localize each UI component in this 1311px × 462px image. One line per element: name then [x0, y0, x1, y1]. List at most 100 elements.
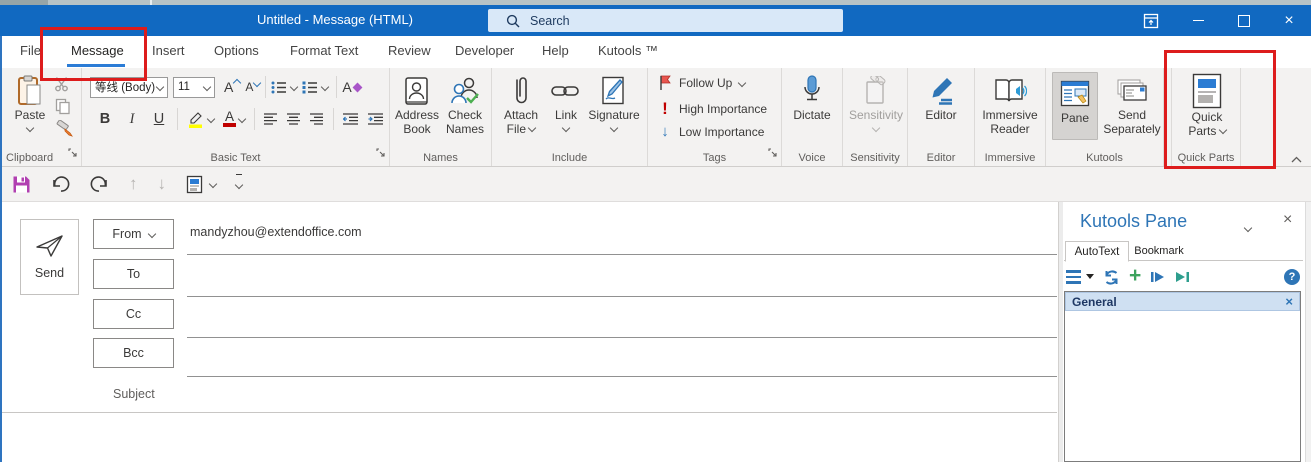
check-names-button[interactable]: Check Names: [442, 74, 488, 136]
clear-formatting-button[interactable]: A: [342, 76, 360, 98]
close-button[interactable]: ×: [1267, 5, 1311, 36]
low-importance-button[interactable]: ↓ Low Importance: [658, 123, 764, 140]
address-book-button[interactable]: Address Book: [394, 74, 440, 136]
kutools-pane-button[interactable]: Pane: [1052, 72, 1098, 140]
help-button[interactable]: ?: [1284, 269, 1300, 285]
underline-button[interactable]: U: [150, 111, 168, 127]
tab-options[interactable]: Options: [214, 43, 259, 58]
text-highlight-button[interactable]: [187, 108, 214, 130]
attach-file-button[interactable]: Attach File: [498, 74, 544, 136]
add-button[interactable]: +: [1129, 265, 1141, 286]
group-close-icon[interactable]: ×: [1285, 294, 1293, 309]
immersive-reader-icon: [993, 74, 1027, 108]
group-voice: Dictate Voice: [782, 68, 843, 166]
tab-autotext[interactable]: AutoText: [1065, 241, 1129, 262]
signature-button[interactable]: Signature: [584, 74, 644, 131]
tab-format-text[interactable]: Format Text: [290, 43, 358, 58]
group-basic-text: 等线 (Body) 11 A A A B I U A: [82, 68, 390, 166]
follow-up-button[interactable]: Follow Up: [658, 75, 745, 91]
shrink-font-button[interactable]: A: [245, 76, 260, 98]
tab-review[interactable]: Review: [388, 43, 431, 58]
decrease-indent-button[interactable]: [343, 108, 359, 130]
highlighter-icon: [187, 111, 205, 128]
link-button[interactable]: Link: [548, 74, 584, 131]
dictate-button[interactable]: Dictate: [788, 74, 836, 122]
group-label-tags: Tags: [648, 152, 781, 164]
move-up-button[interactable]: ↑: [129, 174, 138, 194]
search-input[interactable]: Search: [488, 9, 843, 32]
ribbon-display-options-button[interactable]: [1129, 5, 1173, 36]
paste-button[interactable]: Paste: [8, 74, 52, 131]
clipboard-dialog-launcher[interactable]: [68, 144, 77, 162]
insert-all-button[interactable]: [1175, 270, 1191, 284]
from-field[interactable]: [187, 254, 1057, 255]
tab-help[interactable]: Help: [542, 43, 569, 58]
high-importance-button[interactable]: ! High Importance: [658, 99, 767, 119]
font-color-button[interactable]: A: [223, 108, 245, 130]
bcc-field[interactable]: [187, 376, 1057, 377]
maximize-button[interactable]: [1222, 5, 1266, 36]
tab-kutools[interactable]: Kutools ™: [598, 43, 658, 58]
tab-file[interactable]: File: [20, 43, 41, 58]
refresh-button[interactable]: [1103, 269, 1120, 286]
chevron-up-icon: [1291, 156, 1302, 163]
send-button[interactable]: Send: [20, 219, 79, 295]
tab-insert[interactable]: Insert: [152, 43, 185, 58]
ribbon: Paste Clipboard 等线 (Body) 11 A A A: [0, 68, 1311, 167]
cc-field[interactable]: [187, 337, 1057, 338]
immersive-reader-button[interactable]: Immersive Reader: [978, 74, 1042, 136]
to-field[interactable]: [187, 296, 1057, 297]
save-button[interactable]: [12, 175, 31, 194]
italic-button[interactable]: I: [123, 111, 141, 128]
sensitivity-button[interactable]: Sensitivity: [845, 74, 907, 131]
pane-options-button[interactable]: [1245, 220, 1251, 238]
send-icon: [35, 234, 65, 258]
align-center-button[interactable]: [287, 108, 301, 130]
tags-dialog-launcher[interactable]: [768, 144, 777, 162]
send-separately-button[interactable]: Send Separately: [1102, 74, 1162, 136]
sensitivity-badge-icon: [863, 74, 889, 108]
tab-bookmark[interactable]: Bookmark: [1131, 241, 1187, 261]
tab-developer[interactable]: Developer: [455, 43, 514, 58]
subject-field[interactable]: [187, 380, 1057, 404]
message-body[interactable]: [2, 413, 1057, 462]
increase-indent-button[interactable]: [368, 108, 384, 130]
undo-button[interactable]: [51, 176, 70, 193]
autotext-group-header[interactable]: General ×: [1065, 292, 1300, 311]
redo-button[interactable]: [90, 176, 109, 193]
pane-close-button[interactable]: ×: [1283, 212, 1292, 228]
from-button[interactable]: From: [93, 219, 174, 249]
move-down-button[interactable]: ↓: [158, 174, 167, 194]
kutools-pane: Kutools Pane × AutoText Bookmark + ? Gen…: [1063, 202, 1303, 462]
align-right-button[interactable]: [310, 108, 324, 130]
window-left-border: [0, 36, 2, 462]
arrow-right-icon: [1150, 270, 1166, 284]
touch-mouse-mode-button[interactable]: [186, 175, 216, 194]
annotation-box-quick-parts: [1164, 50, 1276, 169]
to-button[interactable]: To: [93, 259, 174, 289]
collapse-ribbon-button[interactable]: [1291, 150, 1302, 168]
window-edge-strip: [1305, 202, 1311, 462]
bcc-button[interactable]: Bcc: [93, 338, 174, 368]
font-size-combo[interactable]: 11: [173, 77, 215, 98]
bullets-button[interactable]: [271, 76, 297, 98]
basic-text-dialog-launcher[interactable]: [376, 144, 385, 162]
editor-button[interactable]: Editor: [918, 74, 964, 122]
group-label-immersive: Immersive: [975, 152, 1045, 164]
subject-label: Subject: [113, 387, 155, 401]
insert-entry-button[interactable]: [1150, 270, 1166, 284]
copy-button[interactable]: [55, 98, 71, 120]
group-label-sensitivity: Sensitivity: [843, 152, 907, 164]
bold-button[interactable]: B: [96, 111, 114, 127]
numbering-button[interactable]: [302, 76, 328, 98]
chevron-down-icon: [26, 124, 34, 132]
customize-qat-button[interactable]: [236, 174, 242, 195]
grow-font-button[interactable]: A: [224, 76, 240, 98]
align-left-button[interactable]: [264, 108, 278, 130]
menu-button[interactable]: [1066, 270, 1094, 283]
format-painter-button[interactable]: [55, 120, 73, 143]
microphone-icon: [802, 74, 822, 108]
minimize-button[interactable]: [1176, 5, 1220, 36]
bullets-icon: [271, 81, 287, 94]
cc-button[interactable]: Cc: [93, 299, 174, 329]
